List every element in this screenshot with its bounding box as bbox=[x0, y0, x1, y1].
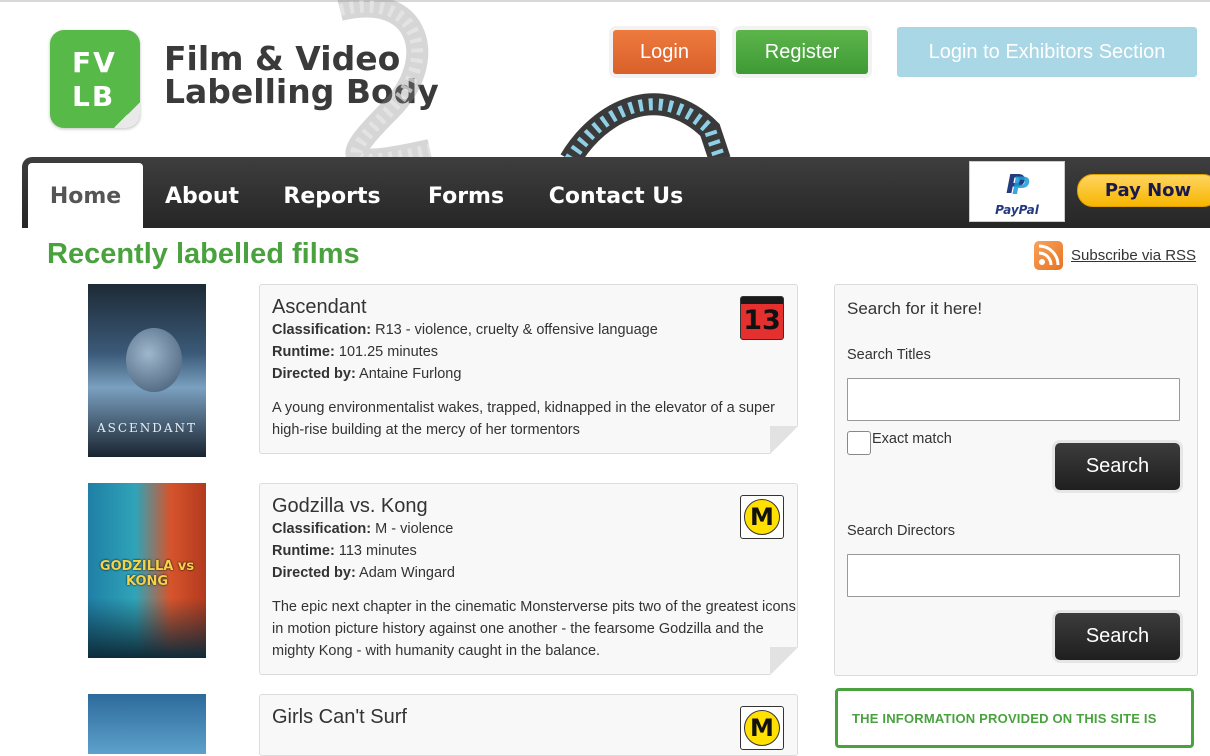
director-value: Antaine Furlong bbox=[359, 366, 462, 382]
classification-label: Classification: bbox=[272, 521, 372, 537]
card-fold bbox=[770, 426, 798, 454]
main-nav: Home About Reports Forms Contact Us P P … bbox=[22, 157, 1210, 228]
film-title[interactable]: Godzilla vs. Kong bbox=[272, 495, 428, 518]
search-directors-label: Search Directors bbox=[847, 523, 955, 539]
film-poster-godzilla-vs-kong[interactable]: GODZILLA vs KONG bbox=[88, 483, 206, 658]
paypal-wordmark: PayPal bbox=[995, 203, 1039, 217]
nav-item-reports[interactable]: Reports bbox=[274, 157, 390, 228]
pay-now-button[interactable]: Pay Now bbox=[1077, 174, 1210, 207]
search-directors-input[interactable] bbox=[847, 554, 1180, 597]
film-director: Directed by: Antaine Furlong bbox=[272, 366, 461, 382]
logo-line2: LB bbox=[72, 80, 116, 113]
poster-figure bbox=[126, 328, 182, 392]
nav-item-contact-us[interactable]: Contact Us bbox=[540, 157, 692, 228]
rating-value: M bbox=[750, 714, 774, 742]
film-poster-girls-cant-surf[interactable] bbox=[88, 694, 206, 754]
director-label: Directed by: bbox=[272, 366, 356, 382]
film-title[interactable]: Girls Can't Surf bbox=[272, 706, 407, 729]
card-fold bbox=[770, 647, 798, 675]
poster-sea bbox=[88, 598, 206, 658]
nav-item-about[interactable]: About bbox=[154, 157, 250, 228]
film-poster-ascendant[interactable]: ASCENDANT bbox=[88, 284, 206, 457]
rating-m-icon: M bbox=[740, 495, 784, 539]
film-description: The epic next chapter in the cinematic M… bbox=[272, 599, 796, 659]
film-title[interactable]: Ascendant bbox=[272, 296, 367, 319]
nav-item-forms[interactable]: Forms bbox=[418, 157, 514, 228]
search-titles-button[interactable]: Search bbox=[1055, 443, 1180, 490]
fvlb-logo[interactable]: FV LB bbox=[50, 30, 140, 128]
search-directors-button[interactable]: Search bbox=[1055, 613, 1180, 660]
register-button[interactable]: Register bbox=[736, 30, 868, 74]
subscribe-rss-link[interactable]: Subscribe via RSS bbox=[1071, 247, 1196, 264]
film-director: Directed by: Adam Wingard bbox=[272, 565, 455, 581]
information-notice-text: THE INFORMATION PROVIDED ON THIS SITE IS bbox=[852, 711, 1157, 726]
poster-title: ASCENDANT bbox=[96, 421, 198, 435]
page-title: Recently labelled films bbox=[47, 238, 360, 270]
film-description: A young environmentalist wakes, trapped,… bbox=[272, 400, 775, 438]
classification-label: Classification: bbox=[272, 322, 372, 338]
runtime-value: 101.25 minutes bbox=[338, 344, 439, 360]
rating-value: M bbox=[750, 503, 774, 531]
nav-item-home[interactable]: Home bbox=[28, 163, 143, 228]
rss-icon[interactable] bbox=[1034, 241, 1063, 270]
rating-m-icon: M bbox=[740, 706, 784, 750]
film-runtime: Runtime: 101.25 minutes bbox=[272, 344, 438, 360]
director-label: Directed by: bbox=[272, 565, 356, 581]
film-classification: Classification: M - violence bbox=[272, 521, 453, 537]
runtime-value: 113 minutes bbox=[338, 543, 417, 559]
login-button[interactable]: Login bbox=[613, 30, 716, 74]
director-value: Adam Wingard bbox=[359, 565, 455, 581]
paypal-glyph-shadow: P bbox=[1012, 172, 1030, 200]
classification-value: R13 - violence, cruelty & offensive lang… bbox=[375, 322, 658, 338]
information-notice: THE INFORMATION PROVIDED ON THIS SITE IS bbox=[835, 688, 1194, 748]
rating-bar bbox=[741, 297, 783, 304]
logo-page-curl bbox=[114, 102, 140, 128]
film-classification: Classification: R13 - violence, cruelty … bbox=[272, 322, 658, 338]
poster-title: GODZILLA vs KONG bbox=[99, 559, 195, 589]
film-card: Ascendant Classification: R13 - violence… bbox=[259, 284, 798, 454]
runtime-label: Runtime: bbox=[272, 543, 335, 559]
film-card: Godzilla vs. Kong Classification: M - vi… bbox=[259, 483, 798, 675]
search-titles-input[interactable] bbox=[847, 378, 1180, 421]
search-titles-label: Search Titles bbox=[847, 347, 931, 363]
rss-glyph bbox=[1038, 244, 1060, 266]
exact-match-label: Exact match bbox=[872, 431, 952, 447]
film-runtime: Runtime: 113 minutes bbox=[272, 543, 417, 559]
search-panel: Search for it here! Search Titles Exact … bbox=[834, 284, 1198, 676]
film-strip-icon bbox=[337, 0, 731, 160]
logo-line1: FV bbox=[72, 46, 117, 79]
rating-r13-icon: 13 bbox=[740, 296, 784, 340]
film-card: Girls Can't Surf M bbox=[259, 694, 798, 756]
paypal-logo-icon[interactable]: P P PayPal bbox=[969, 161, 1065, 222]
runtime-label: Runtime: bbox=[272, 344, 335, 360]
search-heading: Search for it here! bbox=[847, 299, 983, 318]
rating-value: 13 bbox=[743, 305, 781, 336]
exhibitors-login-button[interactable]: Login to Exhibitors Section bbox=[897, 27, 1197, 77]
classification-value: M - violence bbox=[375, 521, 454, 537]
exact-match-checkbox[interactable] bbox=[847, 431, 871, 455]
